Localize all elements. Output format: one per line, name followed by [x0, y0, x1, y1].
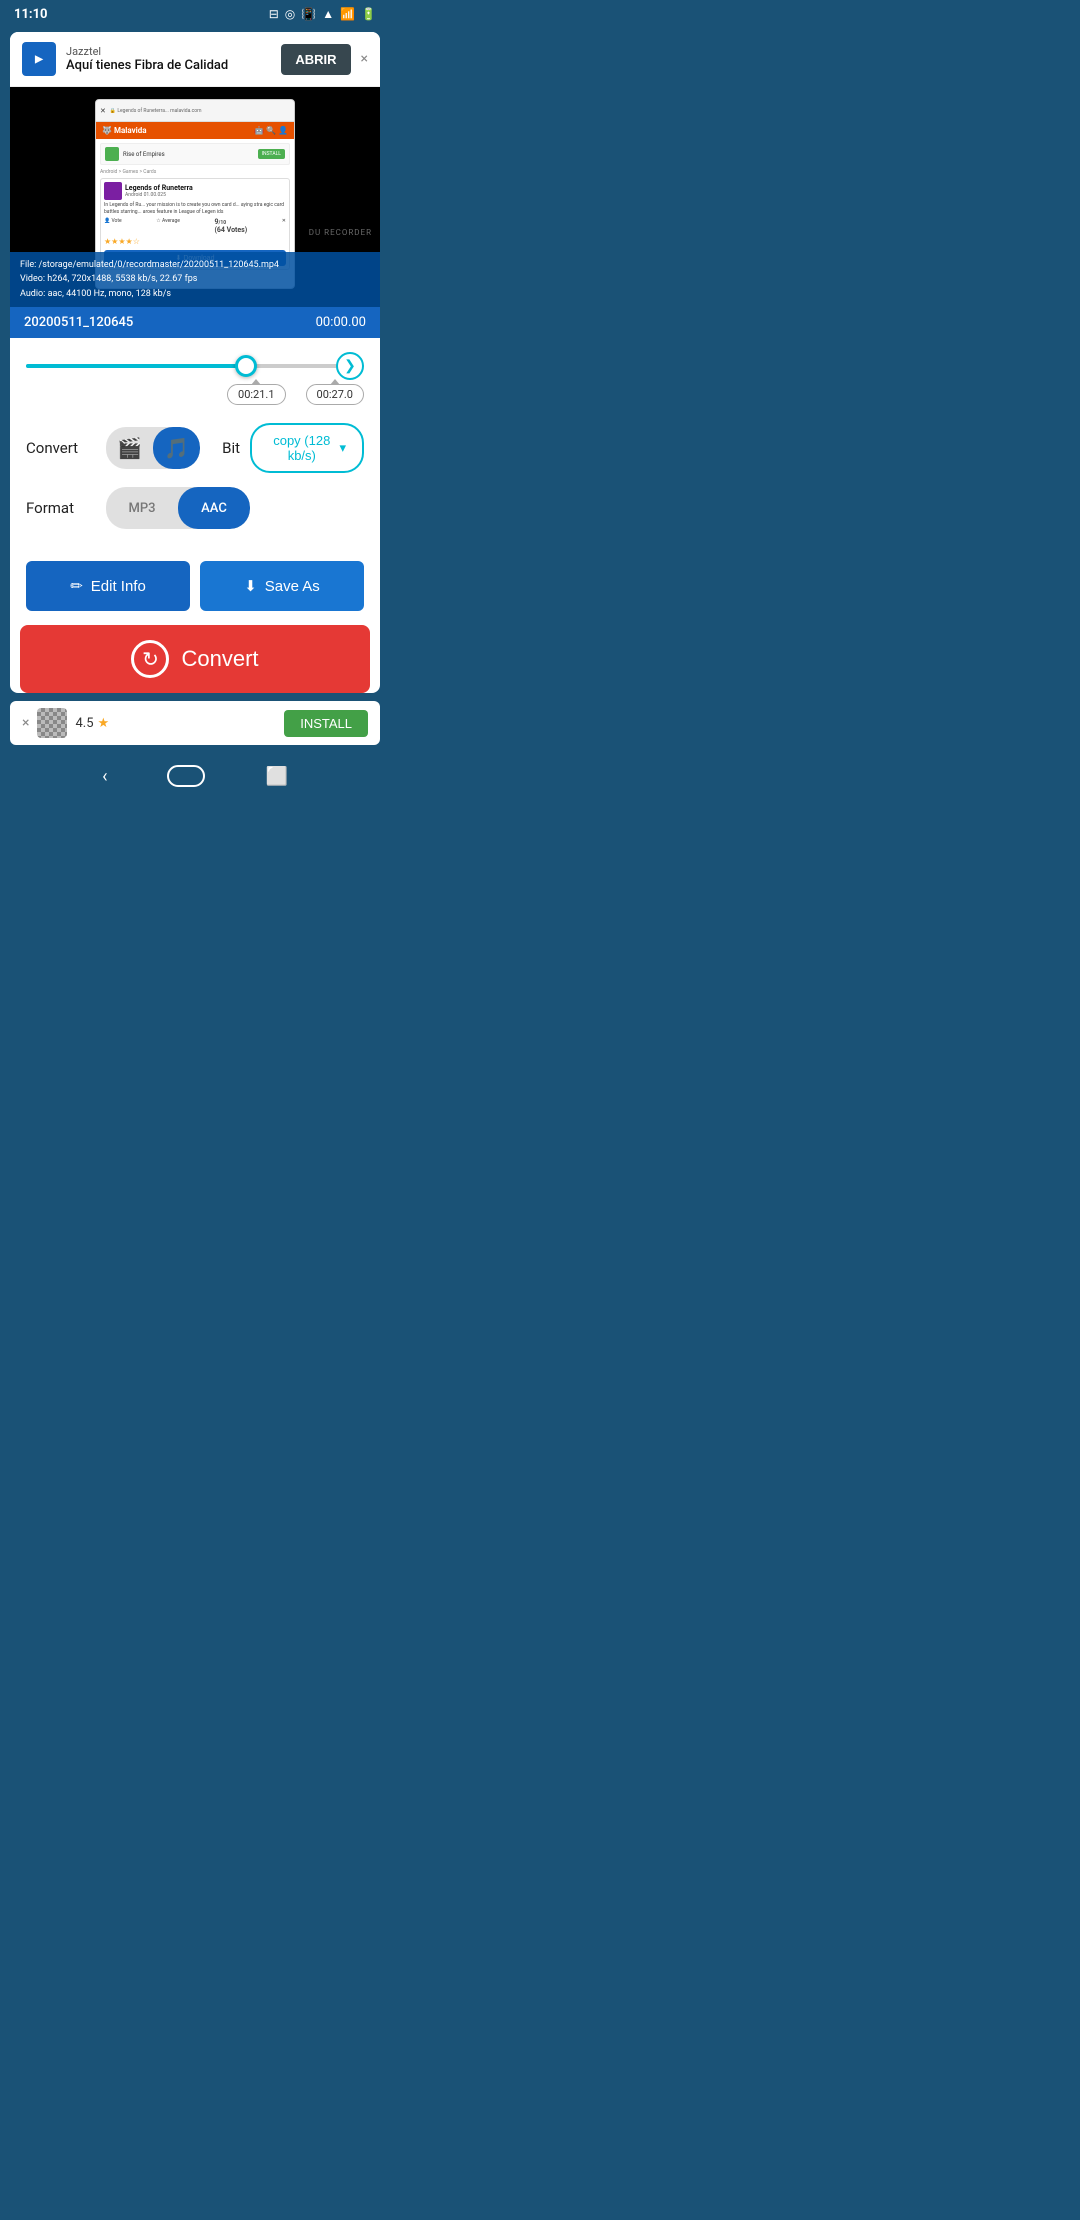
- edit-label: Edit Info: [91, 578, 146, 595]
- watermark: DU RECORDER: [309, 228, 372, 237]
- signal-icon: 📶: [340, 7, 355, 21]
- format-mp3-option[interactable]: MP3: [106, 487, 178, 529]
- controls-section: Convert 🎬 🎵 Bit copy (128 kb/s) ▾ Format…: [10, 411, 380, 551]
- aac-label: AAC: [201, 501, 227, 516]
- toggle-video-option[interactable]: 🎬: [106, 427, 153, 469]
- audio-specs: Audio: aac, 44100 Hz, mono, 128 kb/s: [20, 287, 370, 301]
- slider-end-time: 00:27.0: [306, 384, 364, 405]
- convert-icon: ↻: [131, 640, 169, 678]
- slider-section: ❯ 00:21.1 00:27.0: [10, 338, 380, 411]
- ad-open-button[interactable]: ABRIR: [281, 44, 350, 75]
- action-row: ✏ Edit Info ⬇ Save As: [10, 551, 380, 625]
- bottom-ad: × 4.5 ★ INSTALL: [10, 701, 380, 745]
- slider-arrow-button[interactable]: ❯: [336, 352, 364, 380]
- status-time: 11:10: [14, 7, 48, 22]
- format-aac-option[interactable]: AAC: [178, 487, 250, 529]
- ad-brand: Jazztel: [66, 45, 271, 58]
- inner-game-header: Legends of Runeterra Android 01.00.025: [104, 182, 286, 200]
- vibrate-icon: 📳: [301, 7, 316, 21]
- inner-vote-area: 👤 Vote ☆ Average 9/10(64 Votes) ✕: [104, 218, 286, 234]
- wifi-icon: ▲: [322, 7, 334, 21]
- file-path: File: /storage/emulated/0/recordmaster/2…: [20, 258, 370, 272]
- rating-value: 4.5: [75, 716, 93, 731]
- convert-button[interactable]: ↻ Convert: [20, 625, 370, 693]
- convert-icon-glyph: ↻: [142, 647, 159, 672]
- save-icon: ⬇: [244, 577, 257, 595]
- breadcrumb-inner: Android > Games > Cards: [100, 169, 290, 175]
- home-nav-button[interactable]: [167, 765, 205, 787]
- duration-label: 00:00.00: [316, 315, 366, 330]
- status-icons: ⊟ ◎ 📳 ▲ 📶 🔋: [269, 7, 376, 21]
- convert-btn-label: Convert: [181, 646, 258, 672]
- inner-browser-bar: ✕ 🔒 Legends of Runeterra... malavida.com: [96, 100, 294, 122]
- battery-icon: 🔋: [361, 7, 376, 21]
- convert-label: Convert: [26, 439, 96, 457]
- title-bar: 20200511_120645 00:00.00: [10, 307, 380, 338]
- filename-label: 20200511_120645: [24, 315, 133, 330]
- format-label: Format: [26, 499, 96, 517]
- ad-text-block: Jazztel Aquí tienes Fibra de Calidad: [66, 45, 271, 73]
- mp3-label: MP3: [128, 501, 155, 516]
- back-nav-icon[interactable]: ‹: [102, 766, 107, 787]
- dropdown-icon: ▾: [339, 440, 346, 456]
- bit-value: copy (128 kb/s): [268, 433, 335, 463]
- toggle-music-option[interactable]: 🎵: [153, 427, 200, 469]
- slider-track[interactable]: ❯: [26, 352, 364, 380]
- convert-toggle[interactable]: 🎬 🎵: [106, 427, 200, 469]
- arrow-icon: ❯: [344, 358, 356, 374]
- convert-row: Convert 🎬 🎵 Bit copy (128 kb/s) ▾: [26, 423, 364, 473]
- edit-info-button[interactable]: ✏ Edit Info: [26, 561, 190, 611]
- nav-bar: ‹ ⬜: [0, 753, 390, 799]
- ad-banner: ▶ Jazztel Aquí tienes Fibra de Calidad A…: [10, 32, 380, 87]
- malavida-header: 🐺 Malavida 🤖 🔍 👤: [96, 122, 294, 139]
- inner-ad-strip: Rise of Empires INSTALL: [100, 143, 290, 165]
- bottom-ad-icon: [37, 708, 67, 738]
- bit-selector-button[interactable]: copy (128 kb/s) ▾: [250, 423, 364, 473]
- ad-title: Aquí tienes Fibra de Calidad: [66, 58, 271, 73]
- bottom-ad-install-button[interactable]: INSTALL: [284, 710, 368, 737]
- recents-nav-icon[interactable]: ⬜: [265, 766, 287, 787]
- stars: ★★★★☆: [104, 237, 286, 246]
- slider-start-time: 00:21.1: [227, 384, 285, 405]
- star-icon: ★: [98, 716, 110, 731]
- bottom-ad-rating: 4.5 ★: [75, 716, 109, 731]
- bit-label: Bit: [210, 439, 240, 457]
- main-card: ▶ Jazztel Aquí tienes Fibra de Calidad A…: [10, 32, 380, 693]
- format-row: Format MP3 AAC: [26, 487, 364, 529]
- inner-game-desc: In Legends of Ru... your mission is to c…: [104, 202, 286, 215]
- slider-times: 00:21.1 00:27.0: [26, 384, 364, 405]
- slider-fill: [26, 364, 256, 368]
- slider-handle[interactable]: [235, 355, 257, 377]
- edit-icon: ✏: [70, 577, 83, 595]
- save-label: Save As: [265, 578, 320, 595]
- ad-close-icon[interactable]: ×: [361, 51, 368, 67]
- status-bar: 11:10 ⊟ ◎ 📳 ▲ 📶 🔋: [0, 0, 390, 28]
- music-icon: 🎵: [164, 436, 189, 460]
- video-specs: Video: h264, 720x1488, 5538 kb/s, 22.67 …: [20, 272, 370, 286]
- video-icon: 🎬: [117, 436, 142, 460]
- bottom-ad-close-icon[interactable]: ×: [22, 715, 29, 731]
- save-as-button[interactable]: ⬇ Save As: [200, 561, 364, 611]
- record-icon: ⊟: [269, 7, 279, 21]
- slider-background: [26, 364, 364, 368]
- format-toggle[interactable]: MP3 AAC: [106, 487, 250, 529]
- video-info-overlay: File: /storage/emulated/0/recordmaster/2…: [10, 252, 380, 307]
- video-preview: ✕ 🔒 Legends of Runeterra... malavida.com…: [10, 87, 380, 307]
- target-icon: ◎: [285, 7, 295, 21]
- ad-logo-icon: ▶: [22, 42, 56, 76]
